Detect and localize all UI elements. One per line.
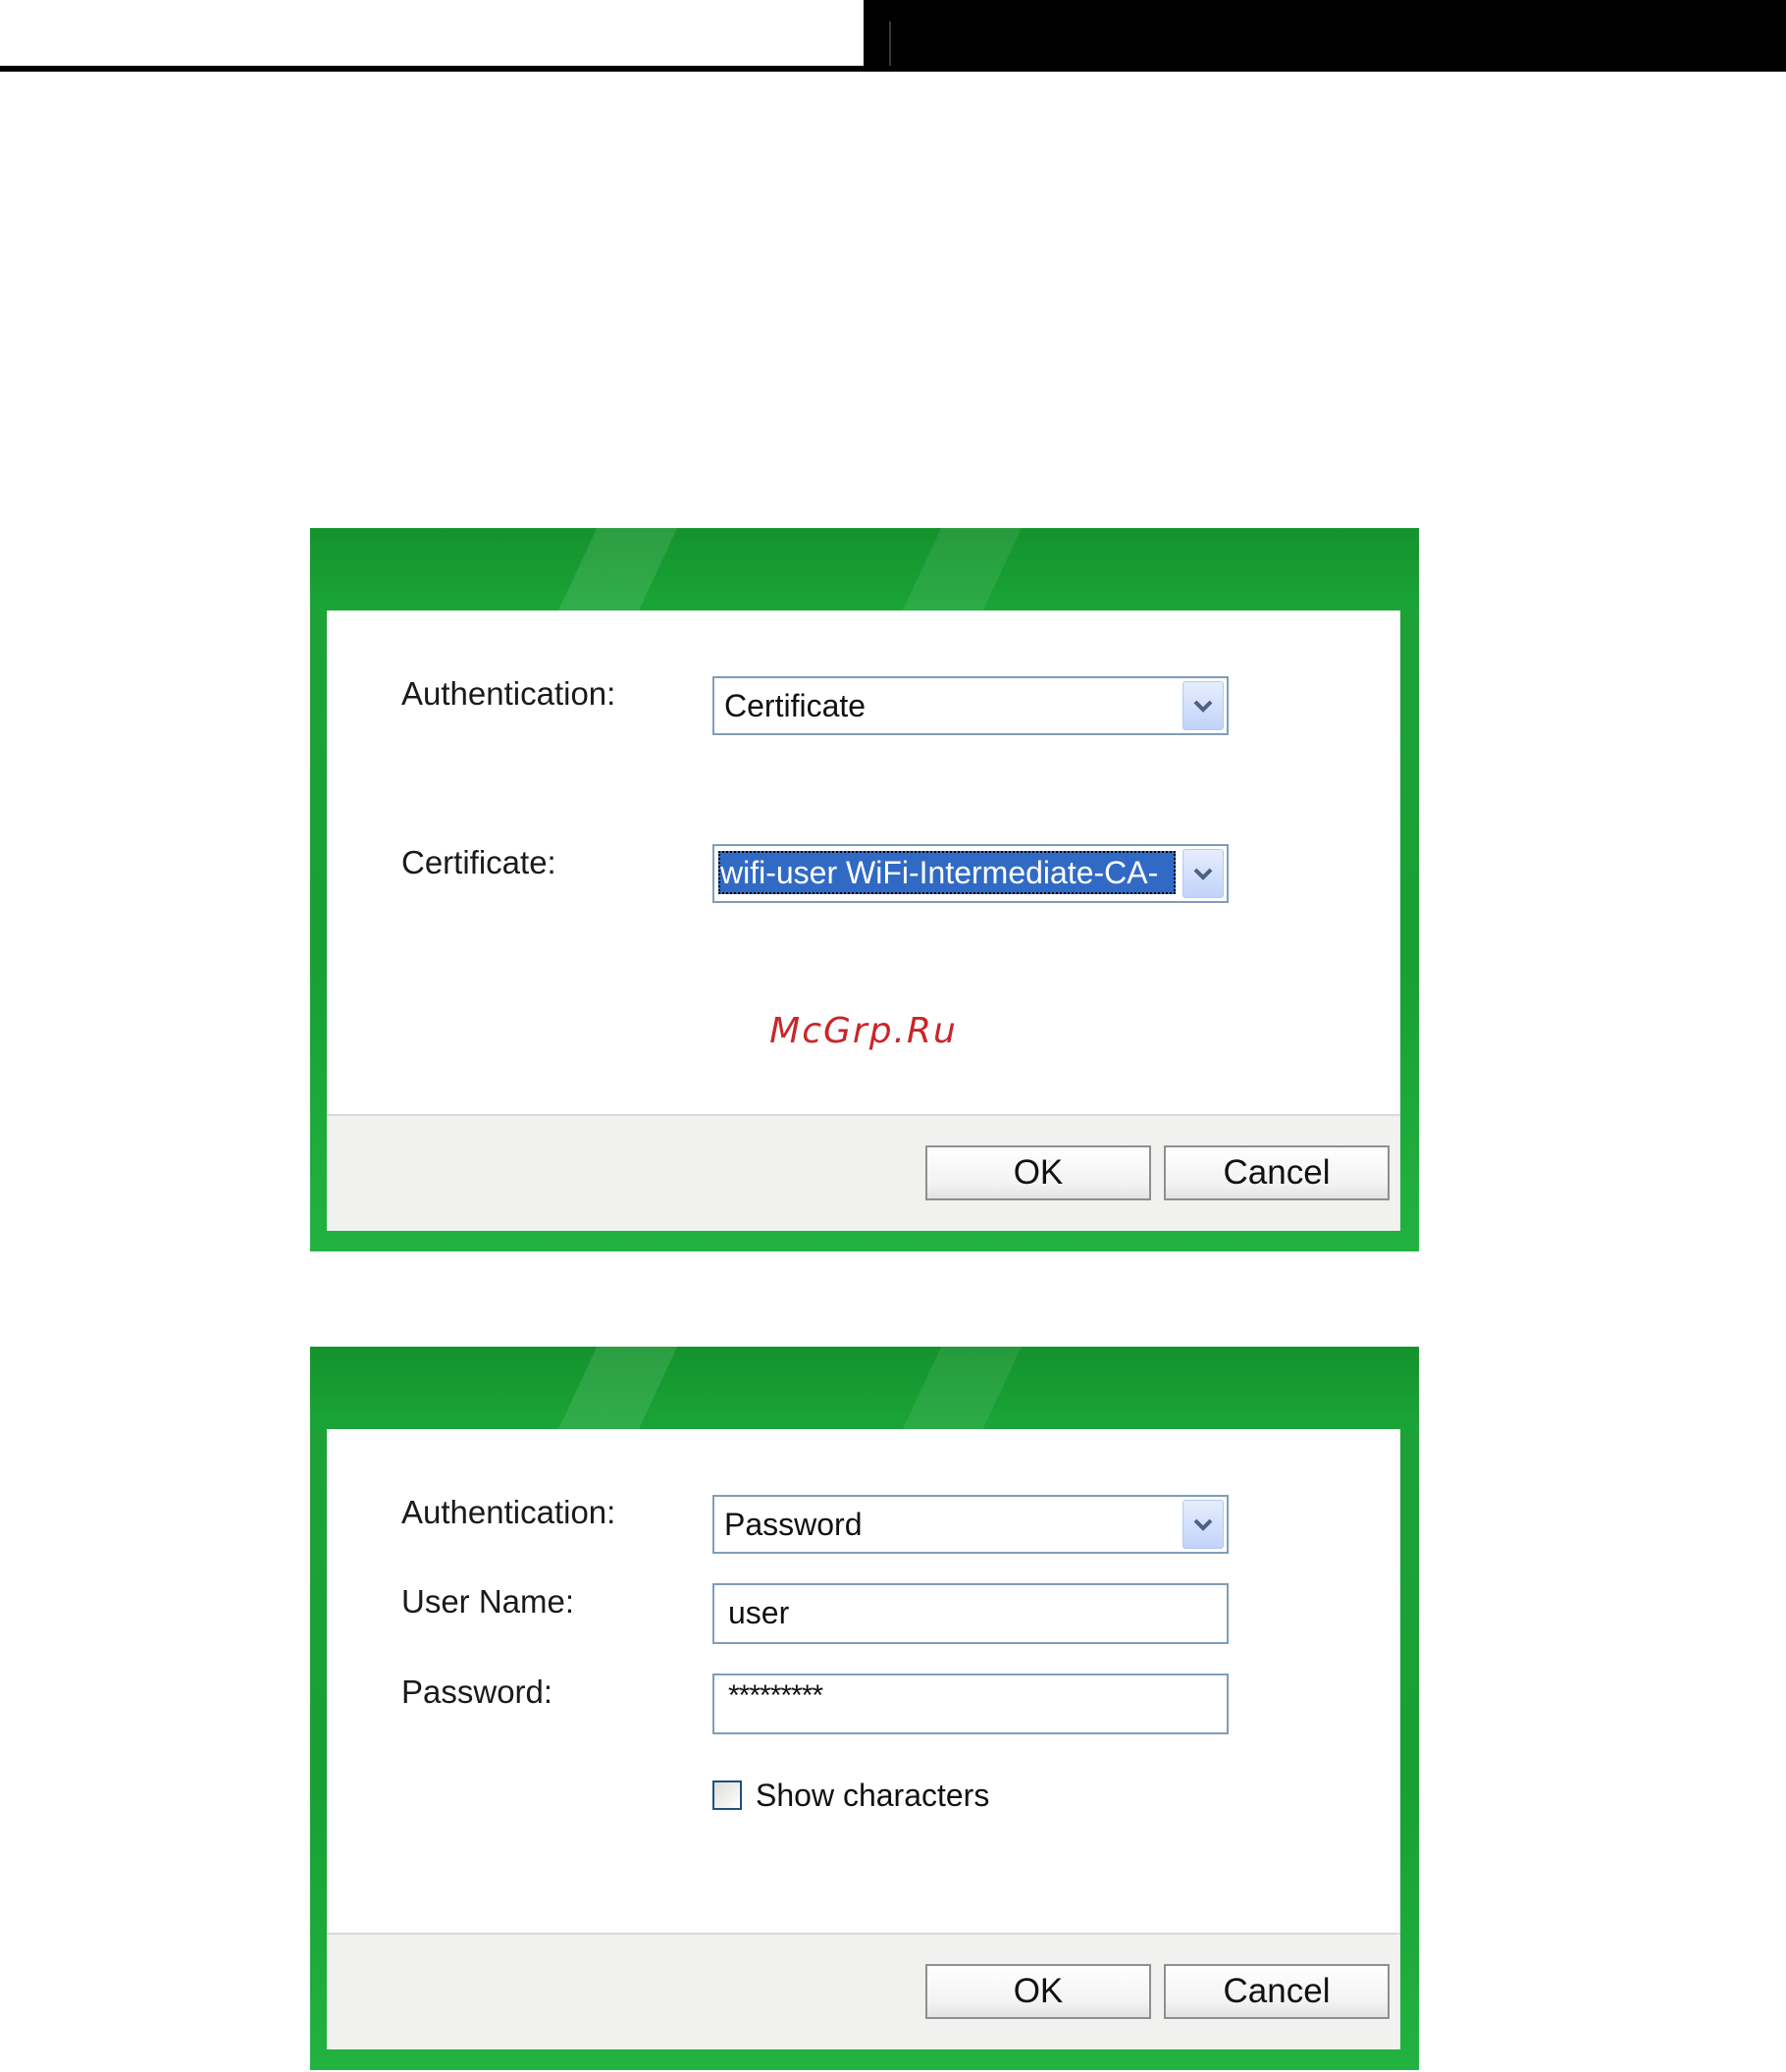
page-header-rule (0, 66, 864, 72)
password-auth-dialog: Authentication: Password User Name: user… (310, 1347, 1419, 2070)
certificate-select[interactable]: wifi-user WiFi-Intermediate-CA- (712, 844, 1229, 903)
cancel-button[interactable]: Cancel (1164, 1964, 1390, 2019)
certificate-select-value: wifi-user WiFi-Intermediate-CA- (718, 851, 1176, 894)
dialog-content: Authentication: Certificate Certificate:… (327, 611, 1400, 1114)
dialog-footer: OK Cancel (327, 1114, 1400, 1231)
password-field[interactable]: ********* (712, 1674, 1229, 1734)
page-header-bar (864, 0, 1786, 72)
authentication-label: Authentication: (401, 675, 616, 712)
authentication-label: Authentication: (401, 1494, 616, 1530)
password-field-value: ********* (728, 1679, 823, 1712)
dialog-header (310, 528, 1419, 611)
watermark: McGrp.Ru (769, 1011, 958, 1051)
authentication-select[interactable]: Password (712, 1495, 1229, 1554)
username-label: User Name: (401, 1583, 575, 1620)
certificate-auth-dialog: Authentication: Certificate Certificate:… (310, 528, 1419, 1251)
username-field[interactable]: user (712, 1583, 1229, 1644)
dialog-footer: OK Cancel (327, 1933, 1400, 2049)
show-characters-checkbox[interactable] (712, 1780, 742, 1810)
certificate-label: Certificate: (401, 844, 556, 880)
dialog-content: Authentication: Password User Name: user… (327, 1429, 1400, 1933)
chevron-down-icon[interactable] (1182, 1500, 1224, 1549)
show-characters-label[interactable]: Show characters (756, 1778, 989, 1814)
username-field-value: user (728, 1595, 790, 1630)
authentication-select-value: Password (724, 1507, 863, 1542)
chevron-down-icon[interactable] (1182, 681, 1224, 730)
ok-button[interactable]: OK (925, 1145, 1151, 1200)
chevron-down-icon[interactable] (1182, 849, 1224, 898)
cancel-button[interactable]: Cancel (1164, 1145, 1390, 1200)
authentication-select[interactable]: Certificate (712, 676, 1229, 735)
authentication-select-value: Certificate (724, 688, 867, 723)
ok-button[interactable]: OK (925, 1964, 1151, 2019)
password-label: Password: (401, 1674, 553, 1710)
page-header-divider (889, 22, 891, 66)
dialog-header (310, 1347, 1419, 1429)
